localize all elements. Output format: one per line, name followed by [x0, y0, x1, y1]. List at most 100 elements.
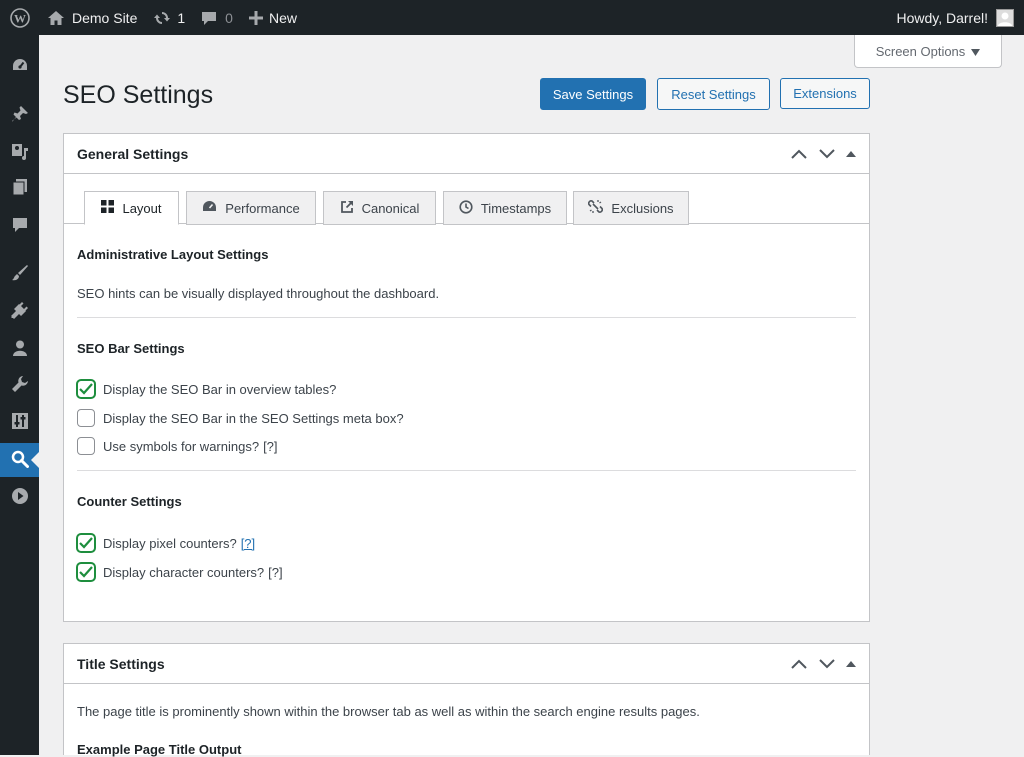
- collapse-play-icon: [11, 487, 29, 508]
- check-icon: [79, 537, 93, 549]
- symbols-warnings-checkbox[interactable]: [77, 437, 95, 455]
- symbols-warnings-label: Use symbols for warnings?: [103, 438, 260, 454]
- caret-down-icon: [971, 44, 981, 59]
- comments-count: 0: [225, 9, 233, 26]
- tab-exclusions-label: Exclusions: [611, 200, 674, 216]
- site-name-label: Demo Site: [72, 9, 138, 26]
- tab-layout[interactable]: Layout: [84, 191, 179, 225]
- admin-bar: W Demo Site 1 0 New Howdy, Darrel!: [0, 0, 1024, 35]
- move-up-icon[interactable]: [790, 148, 808, 160]
- sidebar-item-posts[interactable]: [0, 98, 39, 132]
- sidebar-item-users[interactable]: [0, 332, 39, 366]
- sidebar-item-tools[interactable]: [0, 368, 39, 402]
- tab-layout-label: Layout: [122, 200, 162, 216]
- extensions-button[interactable]: Extensions: [780, 78, 870, 109]
- sidebar-item-collapse[interactable]: [0, 480, 39, 514]
- tab-performance-label: Performance: [225, 200, 300, 216]
- plus-icon: [248, 10, 263, 25]
- box-handle-actions: [790, 148, 856, 160]
- media-icon: [11, 142, 29, 163]
- unlink-icon: [588, 199, 604, 217]
- symbols-warnings-help[interactable]: [?]: [263, 439, 277, 454]
- new-label: New: [268, 9, 297, 26]
- sidebar-item-seo[interactable]: [0, 443, 39, 477]
- admin-layout-heading: Administrative Layout Settings: [77, 247, 269, 262]
- move-up-icon[interactable]: [790, 658, 808, 670]
- updates-link[interactable]: 1: [145, 0, 193, 35]
- seo-bar-heading: SEO Bar Settings: [77, 341, 185, 356]
- admin-layout-description: SEO hints can be visually displayed thro…: [77, 286, 440, 301]
- character-counters-label: Display character counters?: [103, 564, 265, 580]
- wordpress-logo-icon: W: [9, 7, 30, 28]
- plugin-plug-icon: [10, 301, 29, 322]
- screen-options-button[interactable]: Screen Options: [854, 35, 1002, 68]
- pushpin-icon: [11, 105, 29, 126]
- sidebar-item-dashboard[interactable]: [0, 49, 39, 83]
- svg-text:W: W: [14, 11, 26, 25]
- external-link-icon: [340, 200, 354, 217]
- general-settings-box: General Settings Layout Performance Cano…: [63, 133, 870, 622]
- user-icon: [11, 339, 29, 360]
- character-counters-help[interactable]: [?]: [268, 565, 282, 580]
- search-icon: [11, 450, 29, 471]
- toggle-panel-icon[interactable]: [846, 150, 856, 158]
- box-handle-actions: [790, 658, 856, 670]
- tab-canonical-label: Canonical: [361, 200, 420, 216]
- greeting-label: Howdy, Darrel!: [896, 9, 988, 26]
- page-title: SEO Settings: [63, 81, 214, 109]
- title-settings-header: Title Settings: [64, 644, 869, 684]
- site-name-link[interactable]: Demo Site: [39, 0, 145, 35]
- updates-count: 1: [177, 9, 186, 26]
- tab-timestamps-label: Timestamps: [480, 200, 552, 216]
- seo-bar-metabox-checkbox[interactable]: [77, 409, 95, 427]
- seo-bar-overview-option: Display the SEO Bar in overview tables?: [77, 380, 336, 398]
- character-counters-checkbox[interactable]: [77, 563, 95, 581]
- tab-exclusions[interactable]: Exclusions: [573, 191, 689, 225]
- sidebar-item-appearance[interactable]: [0, 257, 39, 291]
- title-settings-description: The page title is prominently shown with…: [77, 704, 700, 719]
- sidebar-item-media[interactable]: [0, 135, 39, 169]
- general-settings-header: General Settings: [64, 134, 869, 174]
- symbols-warnings-option: Use symbols for warnings? [?]: [77, 437, 278, 455]
- title-settings-box: Title Settings The page title is promine…: [63, 643, 870, 757]
- check-icon: [79, 566, 93, 578]
- wordpress-logo-menu[interactable]: W: [0, 0, 39, 35]
- screen-options-label: Screen Options: [875, 43, 966, 59]
- sidebar-item-plugins[interactable]: [0, 294, 39, 328]
- toggle-panel-icon[interactable]: [846, 660, 856, 668]
- tab-timestamps[interactable]: Timestamps: [443, 191, 567, 225]
- dashboard-gauge-icon: [11, 56, 29, 77]
- pixel-counters-checkbox[interactable]: [77, 534, 95, 552]
- move-down-icon[interactable]: [818, 658, 836, 670]
- comment-bubble-icon: [11, 216, 29, 237]
- tab-canonical[interactable]: Canonical: [323, 191, 436, 225]
- home-icon: [47, 10, 65, 26]
- updates-icon: [153, 9, 171, 27]
- my-account-link[interactable]: Howdy, Darrel!: [888, 0, 1024, 35]
- move-down-icon[interactable]: [818, 148, 836, 160]
- new-content-link[interactable]: New: [241, 0, 305, 35]
- section-divider: [77, 470, 856, 471]
- settings-sliders-icon: [11, 412, 29, 433]
- sidebar-item-settings[interactable]: [0, 405, 39, 439]
- clock-icon: [459, 199, 473, 217]
- pixel-counters-help-link[interactable]: [?]: [241, 536, 255, 551]
- save-settings-button[interactable]: Save Settings: [540, 78, 646, 110]
- check-icon: [79, 383, 93, 395]
- counter-settings-heading: Counter Settings: [77, 494, 182, 509]
- wrench-icon: [11, 375, 29, 396]
- sidebar-item-pages[interactable]: [0, 171, 39, 205]
- paintbrush-icon: [11, 264, 29, 285]
- comments-link[interactable]: 0: [193, 0, 241, 35]
- avatar: [996, 8, 1014, 27]
- seo-bar-metabox-label: Display the SEO Bar in the SEO Settings …: [103, 410, 404, 426]
- sidebar-item-comments[interactable]: [0, 209, 39, 243]
- seo-bar-metabox-option: Display the SEO Bar in the SEO Settings …: [77, 409, 404, 427]
- tab-performance[interactable]: Performance: [186, 191, 316, 225]
- seo-bar-overview-checkbox[interactable]: [77, 380, 95, 398]
- settings-tabs: Layout Performance Canonical Timestamps …: [64, 174, 869, 225]
- admin-sidebar: [0, 35, 39, 755]
- seo-bar-overview-label: Display the SEO Bar in overview tables?: [103, 381, 337, 397]
- reset-settings-button[interactable]: Reset Settings: [657, 78, 770, 110]
- pixel-counters-label: Display pixel counters?: [103, 535, 237, 551]
